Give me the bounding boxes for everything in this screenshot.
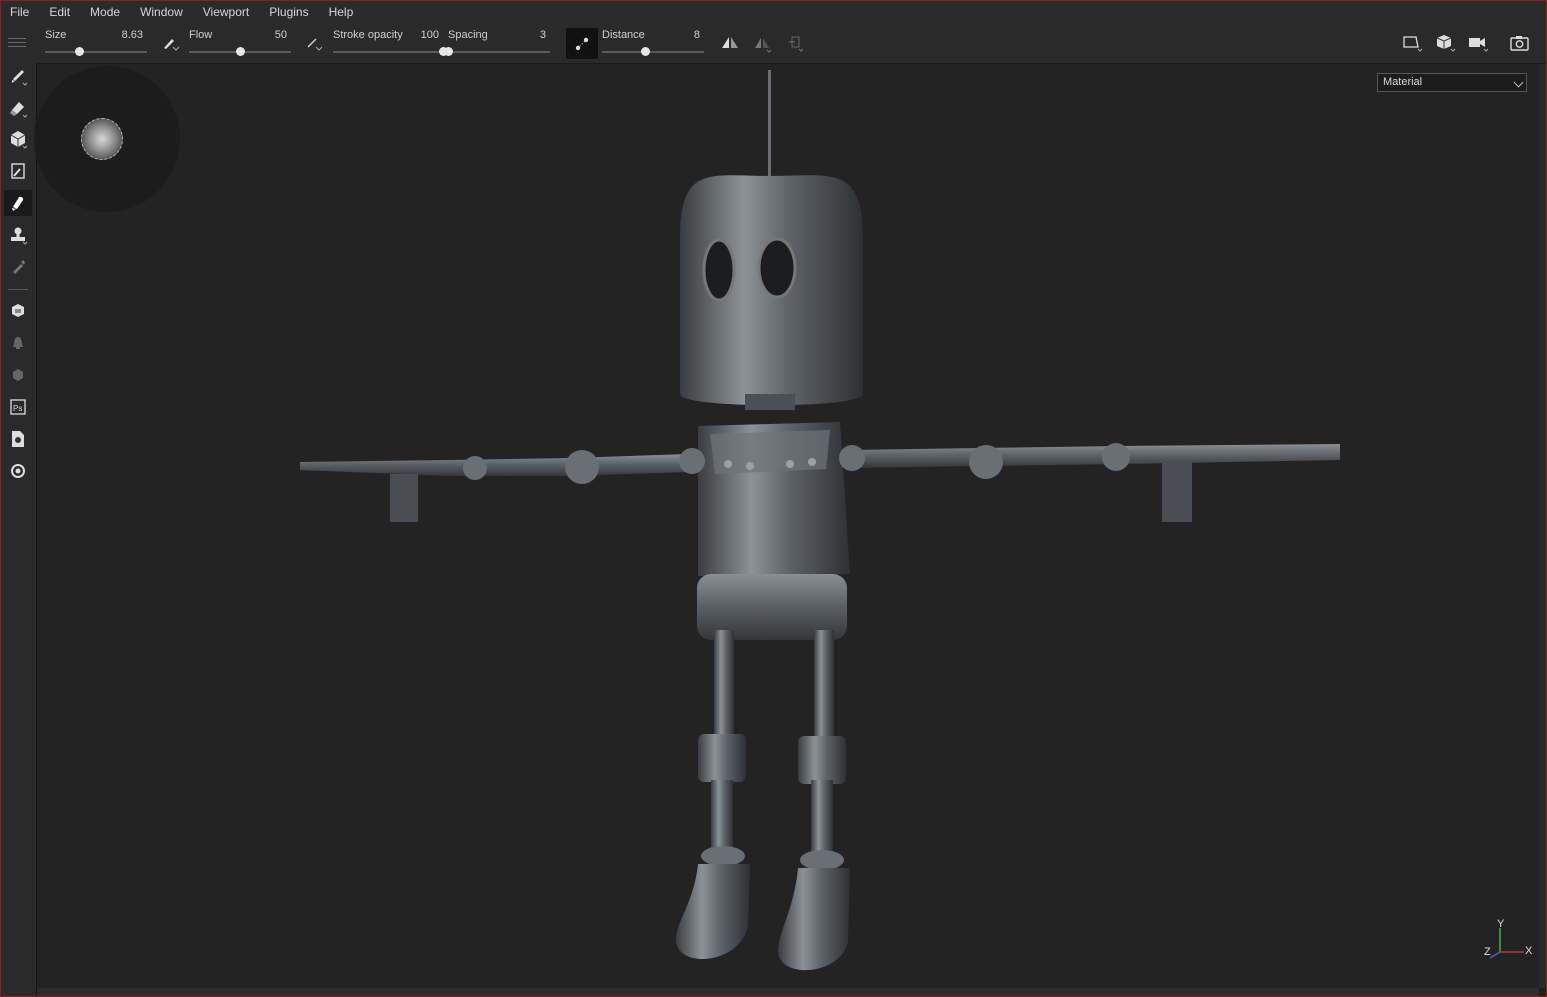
flow-label: Flow [189,29,213,41]
robot-model[interactable] [280,64,1360,984]
axis-x-label: X [1525,945,1533,957]
spacing-value[interactable]: 3 [540,29,546,41]
status-bar [37,988,1539,997]
eraser-icon[interactable] [4,95,32,121]
flow-knob[interactable] [236,47,245,56]
svg-text:Ps: Ps [13,404,22,413]
menu-help[interactable]: Help [319,0,364,25]
menu-edit[interactable]: Edit [39,0,80,25]
distance-slider[interactable]: Distance 8 [602,27,704,61]
menu-mode[interactable]: Mode [80,0,130,25]
distance-knob[interactable] [640,47,650,56]
lazy-mouse-button[interactable] [566,28,598,59]
spacing-knob[interactable] [444,47,453,56]
symmetry-x-icon[interactable] [718,31,742,55]
geometry-fill-icon[interactable] [4,158,32,184]
bake-icon[interactable] [4,298,32,324]
stroke-opacity-label: Stroke opacity [333,29,403,41]
display-mode-select[interactable]: Material [1377,73,1527,92]
chevron-down-icon [1513,77,1524,88]
distance-value[interactable]: 8 [694,29,700,41]
symmetry-settings-icon[interactable] [784,31,808,55]
stroke-opacity-track[interactable] [333,51,443,53]
physical-paint-icon[interactable] [4,330,32,356]
brush-tip-icon [81,118,123,160]
brush-preview [34,66,180,212]
perspective-cube-icon[interactable] [1433,31,1457,55]
video-camera-icon[interactable] [1466,31,1490,55]
size-track[interactable] [45,51,147,53]
menu-viewport[interactable]: Viewport [193,0,259,25]
toolbar-grip[interactable] [8,35,26,53]
symmetry-y-icon[interactable] [750,31,774,55]
particle-icon[interactable] [4,362,32,388]
context-toolbar: Size 8.63 Flow 50 Stroke opacity 100 Spa… [0,25,1547,64]
tools-separator [8,289,28,290]
smudge-icon[interactable] [4,190,32,216]
spacing-label: Spacing [448,29,488,41]
menu-plugins[interactable]: Plugins [259,0,318,25]
distance-label: Distance [602,29,645,41]
size-label: Size [45,29,67,41]
flow-slider[interactable]: Flow 50 [189,27,291,61]
export-icon[interactable] [4,426,32,452]
menu-file[interactable]: File [0,0,39,25]
projection-icon[interactable] [4,126,32,152]
menu-window[interactable]: Window [130,0,193,25]
axis-gizmo: Y X Z [1480,918,1536,966]
size-slider[interactable]: Size 8.63 [45,27,147,61]
display-mode-value: Material [1383,76,1423,88]
axis-y-label: Y [1497,918,1505,930]
paint-brush-icon[interactable] [4,63,32,89]
screenshot-camera-icon[interactable] [1508,31,1532,55]
size-value[interactable]: 8.63 [122,29,143,41]
clone-stamp-icon[interactable] [4,222,32,248]
camera-2d-icon[interactable] [1400,31,1424,55]
spacing-slider[interactable]: Spacing 3 [444,27,550,61]
right-scrollbar[interactable] [1539,64,1547,988]
spacing-track[interactable] [448,51,550,53]
tools-sidebar: Ps [0,63,37,997]
brush-alpha-icon[interactable] [158,31,182,55]
settings-icon[interactable] [4,458,32,484]
axis-z-label: Z [1484,946,1491,958]
size-knob[interactable] [74,47,84,56]
photoshop-icon[interactable]: Ps [4,394,32,420]
flow-value[interactable]: 50 [275,29,287,41]
distance-track[interactable] [602,51,704,53]
menu-bar: File Edit Mode Window Viewport Plugins H… [0,0,1547,25]
stroke-icon[interactable] [302,31,326,55]
stroke-opacity-slider[interactable]: Stroke opacity 100 [333,27,448,61]
stroke-opacity-value[interactable]: 100 [421,29,439,41]
color-picker-icon[interactable] [4,254,32,280]
